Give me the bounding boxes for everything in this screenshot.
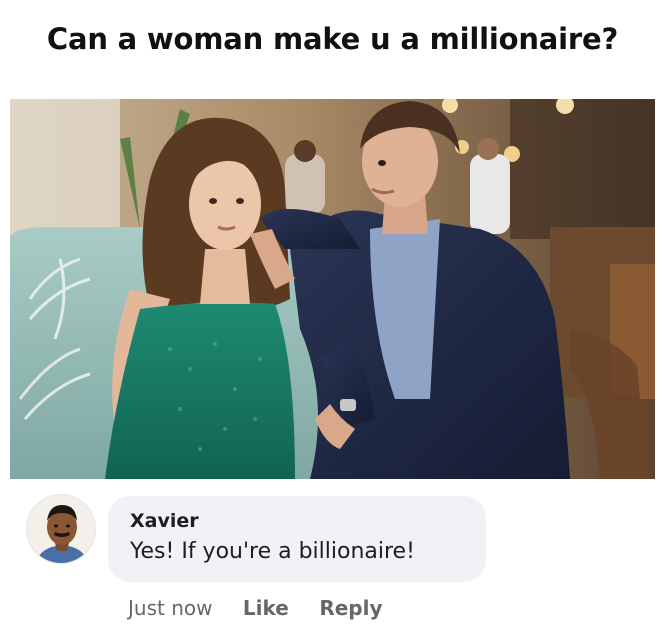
comment-actions: Just now Like Reply <box>128 596 409 622</box>
like-button[interactable]: Like <box>243 596 289 620</box>
reply-button[interactable]: Reply <box>319 596 382 620</box>
comment-text: Yes! If you're a billionaire! <box>130 539 415 564</box>
meme-title: Can a woman make u a millionaire? <box>46 22 619 56</box>
avatar-photo-icon <box>27 495 95 563</box>
comment-bubble: Xavier Yes! If you're a billionaire! <box>108 496 486 582</box>
avatar[interactable] <box>26 494 96 564</box>
comment-author[interactable]: Xavier <box>130 510 199 532</box>
comment: Xavier Yes! If you're a billionaire! Jus… <box>26 494 646 634</box>
comment-timestamp[interactable]: Just now <box>128 596 212 620</box>
meme-photo <box>10 99 655 479</box>
couple-photo-illustration <box>10 99 655 479</box>
